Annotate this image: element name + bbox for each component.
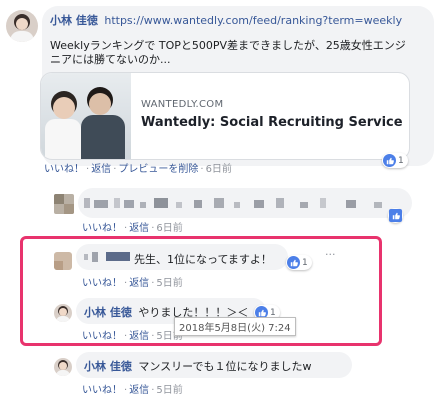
comment3-actions: いいね！ · 返信 · 5日前 [82,331,183,342]
comment3-reply-action[interactable]: 返信 [129,331,149,342]
comment4-text: マンスリーでも１位になりましたw [138,360,312,373]
post-like-count-badge[interactable]: 1 [382,153,408,168]
comment4-like-action[interactable]: いいね！ [82,385,122,396]
comment1-pixelated-text [84,198,404,210]
post-author-avatar[interactable] [6,10,38,42]
link-preview-image [41,73,131,159]
post-reply-action[interactable]: 返信 [91,164,111,175]
comment3-like-action[interactable]: いいね！ [82,331,122,342]
post-author-name[interactable]: 小林 佳徳 [50,14,98,27]
comment1-avatar[interactable] [54,194,74,214]
comment4-actions: いいね！ · 返信 · 5日前 [82,385,183,396]
link-preview-card[interactable]: WANTEDLY.COM Wantedly: Social Recruiting… [40,72,410,160]
comment2-actions: いいね！ · 返信 · 5日前 [82,278,183,289]
comment4-reply-action[interactable]: 返信 [129,385,149,396]
post-text-line2: ニアには勝てないのか... [50,53,171,66]
thumbs-up-icon [383,154,396,167]
thumbs-up-icon [287,256,300,269]
post-header-line: 小林 佳徳 https://www.wantedly.com/feed/rank… [50,12,402,28]
thumbs-up-icon [389,209,402,222]
comment4-timestamp[interactable]: 5日前 [156,385,182,396]
comment1-timestamp[interactable]: 6日前 [156,223,182,234]
post-url-link[interactable]: https://www.wantedly.com/feed/ranking?te… [104,14,402,27]
comment1-reply-action[interactable]: 返信 [129,223,149,234]
comment2-like-count: 1 [302,257,308,268]
link-preview-title[interactable]: Wantedly: Social Recruiting Service [141,115,403,130]
comment1-reaction-badge[interactable] [388,208,403,223]
comment2-avatar[interactable] [54,252,72,270]
comment2-like-count-badge[interactable]: 1 [286,255,312,270]
comment2-reply-action[interactable]: 返信 [129,278,149,289]
timestamp-tooltip: 2018年5月8日(火) 7:24 [174,317,296,336]
comment4-author-name[interactable]: 小林 佳徳 [84,360,132,373]
comment2-more-options-icon[interactable]: ··· [325,248,336,261]
link-preview-domain: WANTEDLY.COM [141,99,224,110]
comment1-actions: いいね！ · 返信 · 6日前 [82,223,183,234]
comment2-author-pixelated [84,252,132,262]
post-like-action[interactable]: いいね！ [44,164,84,175]
comment2-timestamp[interactable]: 5日前 [156,278,182,289]
comment3-avatar[interactable] [54,304,72,322]
post-like-count: 1 [398,155,404,166]
post-timestamp[interactable]: 6日前 [206,164,232,175]
comment1-like-action[interactable]: いいね！ [82,223,122,234]
post-actions: いいね！ · 返信 · プレビューを削除 · 6日前 [44,164,232,175]
comment4-line: 小林 佳徳 マンスリーでも１位になりましたw [84,358,311,374]
comment3-author-name[interactable]: 小林 佳徳 [84,306,132,319]
comment4-avatar[interactable] [54,358,72,376]
post-remove-preview-action[interactable]: プレビューを削除 [118,164,198,175]
comment2-like-action[interactable]: いいね！ [82,278,122,289]
comment2-text: 先生、1位になってますよ！ [134,253,272,266]
comment3-like-count: 1 [270,307,276,318]
